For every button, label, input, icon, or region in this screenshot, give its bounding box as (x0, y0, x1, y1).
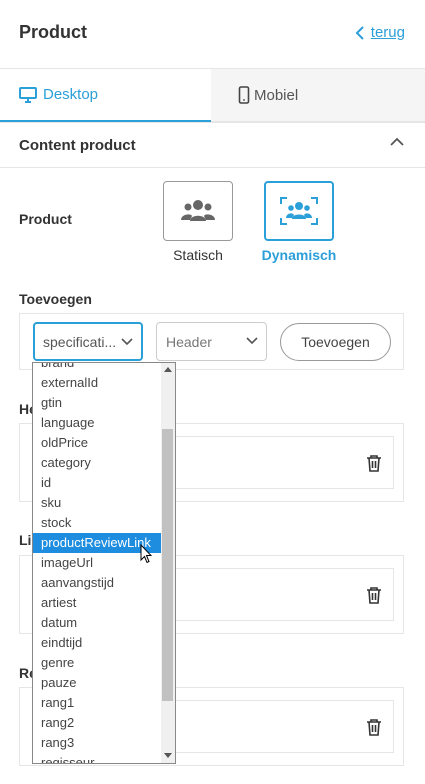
option-dynamisch-label: Dynamisch (261, 247, 337, 263)
dropdown-option[interactable]: datum (33, 613, 161, 633)
mobile-icon (238, 86, 250, 104)
dropdown-option[interactable]: externalId (33, 373, 161, 393)
back-link[interactable]: terug (355, 24, 405, 41)
position-select-value: Header (166, 333, 212, 350)
section-title: Content product (19, 137, 136, 154)
mouse-cursor-icon (140, 544, 152, 564)
option-statisch[interactable] (163, 181, 233, 241)
tab-mobiel[interactable]: Mobiel (211, 69, 425, 122)
dropdown-option[interactable]: language (33, 413, 161, 433)
scroll-down-icon[interactable] (164, 753, 172, 758)
tab-desktop-label: Desktop (43, 86, 99, 103)
users-scan-icon (280, 197, 318, 225)
tab-mobiel-label: Mobiel (254, 86, 299, 104)
dropdown-option[interactable]: pauze (33, 673, 161, 693)
dropdown-option[interactable]: gtin (33, 393, 161, 413)
dropdown-option[interactable]: sku (33, 493, 161, 513)
chevron-down-icon (121, 338, 133, 346)
dropdown-option[interactable]: regisseur (33, 753, 161, 763)
tab-bar: Desktop Mobiel (0, 69, 425, 122)
chevron-up-icon[interactable] (390, 137, 404, 147)
add-button[interactable]: Toevoegen (280, 323, 391, 361)
toevoegen-label: Toevoegen (19, 291, 92, 307)
dropdown-option[interactable]: stock (33, 513, 161, 533)
dropdown-option[interactable]: id (33, 473, 161, 493)
dropdown-option[interactable]: category (33, 453, 161, 473)
header: Product terug (0, 0, 425, 69)
dropdown-option[interactable]: artiest (33, 593, 161, 613)
scrollbar-thumb[interactable] (162, 429, 173, 701)
option-statisch-label: Statisch (173, 247, 223, 263)
trash-icon[interactable] (366, 454, 382, 472)
trash-icon[interactable] (366, 718, 382, 736)
scroll-up-icon[interactable] (164, 367, 172, 372)
dropdown-option[interactable]: genre (33, 653, 161, 673)
option-dynamisch[interactable] (264, 181, 334, 241)
dropdown-option[interactable]: brand (33, 363, 161, 373)
chevron-down-icon (246, 337, 258, 345)
field-dropdown-list[interactable]: brand externalId gtin language oldPrice categ… (32, 362, 176, 764)
users-icon (181, 200, 215, 221)
field-select[interactable]: specificati... (33, 322, 143, 361)
back-link-label: terug (370, 24, 405, 41)
tab-desktop[interactable]: Desktop (0, 69, 211, 122)
page-title: Product (19, 22, 88, 42)
position-select[interactable]: Header (156, 322, 267, 361)
product-label: Product (19, 211, 72, 227)
dropdown-option[interactable]: aanvangstijd (33, 573, 161, 593)
dropdown-option[interactable]: rang3 (33, 733, 161, 753)
trash-icon[interactable] (366, 586, 382, 604)
field-select-value: specificati... (43, 333, 117, 350)
dropdown-option[interactable]: eindtijd (33, 633, 161, 653)
monitor-icon (19, 86, 37, 103)
chevron-left-icon (355, 25, 364, 40)
dropdown-option[interactable]: rang1 (33, 693, 161, 713)
dropdown-option[interactable]: oldPrice (33, 433, 161, 453)
section-header[interactable]: Content product (0, 123, 425, 168)
scrollbar[interactable] (161, 363, 175, 763)
group-label: Li (19, 532, 32, 548)
dropdown-option[interactable]: rang2 (33, 713, 161, 733)
